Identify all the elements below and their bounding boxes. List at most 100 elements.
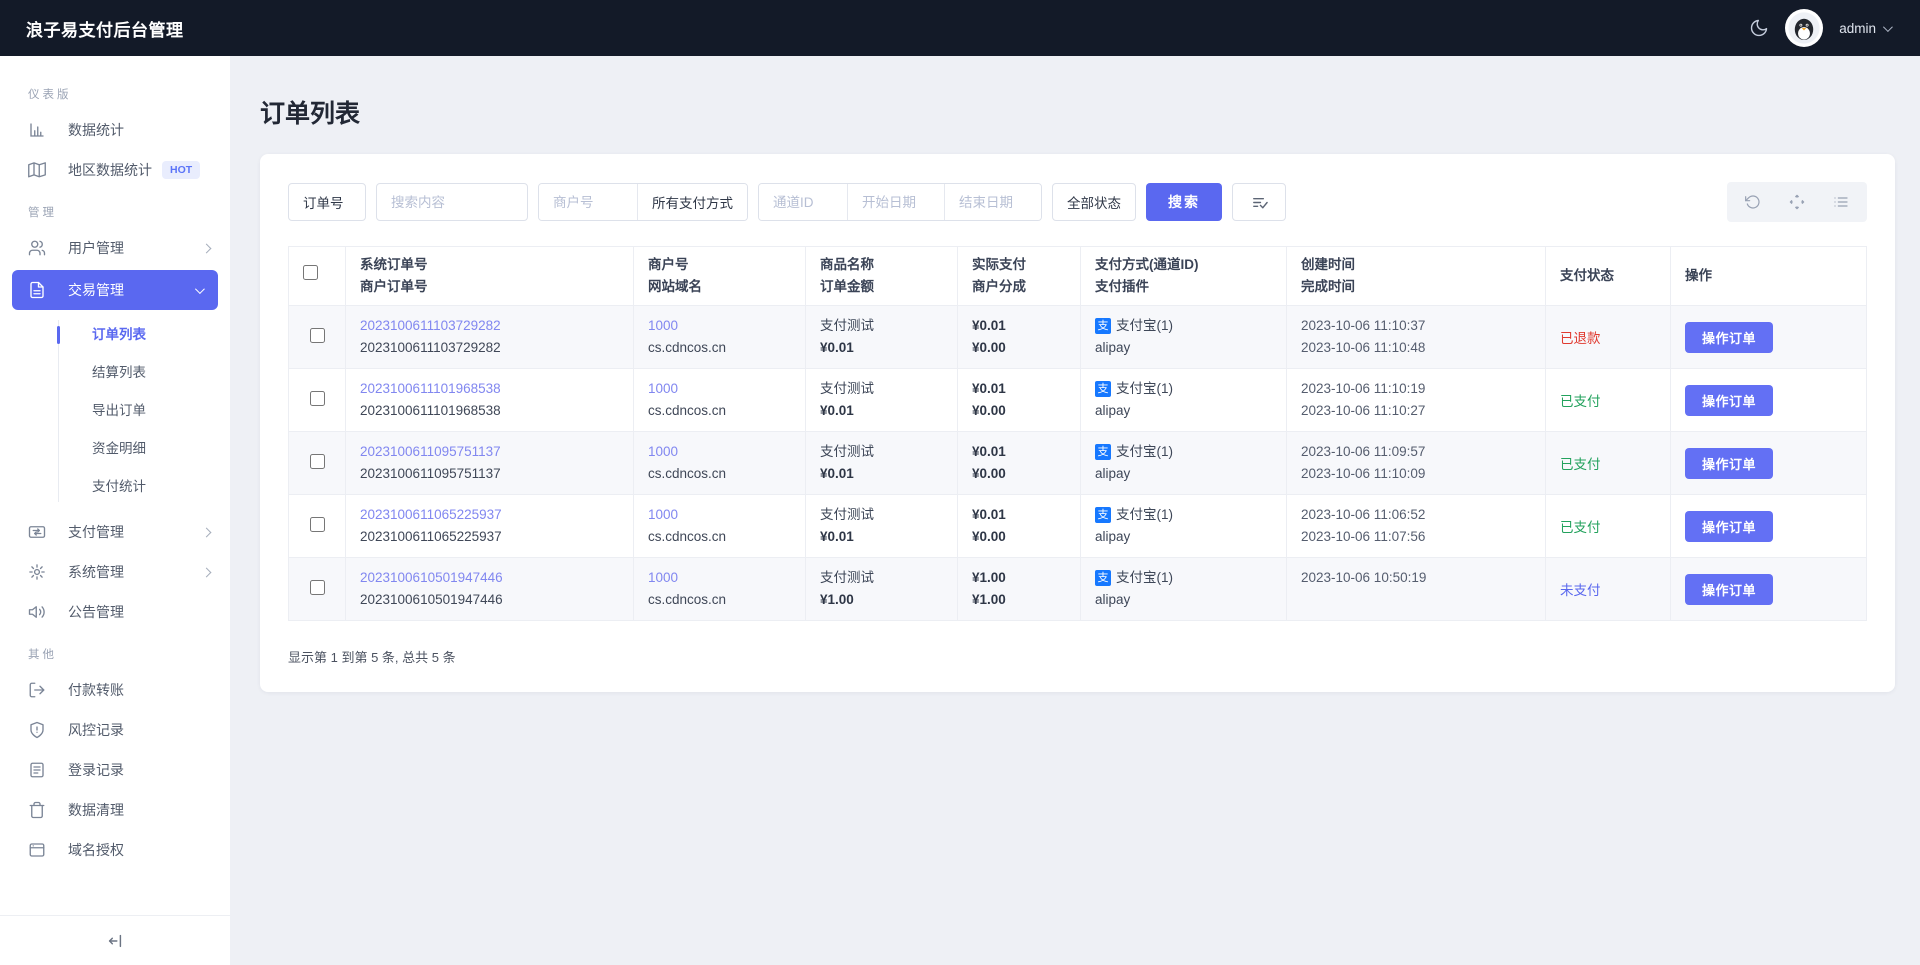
sidebar-item-label: 付款转账 <box>68 682 124 698</box>
search-input[interactable] <box>376 183 528 221</box>
end-date-input[interactable] <box>945 184 1041 220</box>
fullscreen-button[interactable] <box>1775 182 1819 222</box>
file-text-icon <box>28 281 46 299</box>
orders-card: 订单号 所有支付方式 全部状态 搜索 <box>260 154 1895 692</box>
app-title: 浪子易支付后台管理 <box>26 20 184 40</box>
col-paid: 实际支付 商户分成 <box>957 246 1081 306</box>
hot-badge: HOT <box>162 161 201 179</box>
product-name: 支付测试 <box>820 444 874 459</box>
col-time: 创建时间 完成时间 <box>1286 246 1546 306</box>
product-name: 支付测试 <box>820 507 874 522</box>
shield-alert-icon <box>28 721 46 739</box>
pay-method: 支付宝(1) <box>1116 381 1173 396</box>
operate-order-button[interactable]: 操作订单 <box>1685 573 1774 605</box>
sys-order-link[interactable]: 2023100611103729282 <box>360 318 501 333</box>
sidebar-item-label: 支付管理 <box>68 524 124 540</box>
sidebar: 仪表版 数据统计 地区数据统计 HOT 管理 用户管理 交易管理 订单列表 结算… <box>0 56 230 965</box>
merchant-paymethod-group: 所有支付方式 <box>538 183 748 221</box>
operate-order-button[interactable]: 操作订单 <box>1685 447 1774 479</box>
dark-mode-moon-icon[interactable] <box>1749 18 1769 38</box>
pay-plugin: alipay <box>1095 529 1131 544</box>
username: admin <box>1839 20 1876 36</box>
chevron-right-icon <box>201 567 212 577</box>
filter-options-button[interactable] <box>1232 183 1286 221</box>
sidebar-item-trade-management[interactable]: 交易管理 <box>12 270 218 310</box>
status-select[interactable]: 全部状态 <box>1052 183 1136 221</box>
collapse-arrow-icon <box>108 934 122 947</box>
sys-order-link[interactable]: 2023100611101968538 <box>360 381 501 396</box>
merchant-id-input[interactable] <box>539 184 637 220</box>
sidebar-item-system-management[interactable]: 系统管理 <box>0 552 230 592</box>
merchant-id-link[interactable]: 1000 <box>648 507 678 522</box>
operate-order-button[interactable]: 操作订单 <box>1685 384 1774 416</box>
sidebar-item-label: 风控记录 <box>68 722 124 738</box>
share-amount: ¥0.00 <box>972 466 1006 481</box>
sidebar-item-label: 交易管理 <box>68 282 124 298</box>
sidebar-item-region-stats[interactable]: 地区数据统计 HOT <box>0 150 230 190</box>
merchant-id-link[interactable]: 1000 <box>648 381 678 396</box>
sidebar-item-login-records[interactable]: 登录记录 <box>0 750 230 790</box>
sidebar-item-risk-records[interactable]: 风控记录 <box>0 710 230 750</box>
merchant-id-link[interactable]: 1000 <box>648 318 678 333</box>
row-checkbox[interactable] <box>309 328 325 343</box>
submenu-item-export-orders[interactable]: 导出订单 <box>0 392 230 430</box>
sys-order-link[interactable]: 2023100611095751137 <box>360 444 501 459</box>
search-button[interactable]: 搜索 <box>1146 183 1222 221</box>
document-lines-icon <box>28 761 46 779</box>
start-date-input[interactable] <box>848 184 944 220</box>
pay-method: 支付宝(1) <box>1116 570 1173 585</box>
browser-window-icon <box>28 841 46 859</box>
columns-button[interactable] <box>1819 182 1863 222</box>
status-badge: 已支付 <box>1560 520 1601 535</box>
submenu-item-pay-stats[interactable]: 支付统计 <box>0 468 230 506</box>
submenu-item-order-list[interactable]: 订单列表 <box>0 316 230 354</box>
sidebar-collapse-button[interactable] <box>0 915 230 965</box>
channel-id-input[interactable] <box>759 184 847 220</box>
completed-time: 2023-10-06 11:10:48 <box>1301 340 1426 355</box>
submenu-item-fund-detail[interactable]: 资金明细 <box>0 430 230 468</box>
sidebar-item-label: 数据统计 <box>68 122 124 138</box>
trash-icon <box>28 801 46 819</box>
select-all-checkbox[interactable] <box>303 265 318 281</box>
operate-order-button[interactable]: 操作订单 <box>1685 510 1774 542</box>
product-name: 支付测试 <box>820 318 874 333</box>
section-management: 管理 <box>28 207 57 219</box>
sidebar-item-notice-management[interactable]: 公告管理 <box>0 592 230 632</box>
filter-bar: 订单号 所有支付方式 全部状态 搜索 <box>288 182 1867 222</box>
alipay-icon: 支 <box>1095 570 1111 586</box>
row-checkbox[interactable] <box>309 454 325 469</box>
user-menu[interactable]: admin <box>1839 20 1893 36</box>
alipay-icon: 支 <box>1095 381 1111 397</box>
row-checkbox[interactable] <box>309 391 325 406</box>
row-checkbox[interactable] <box>309 517 325 532</box>
orders-table: 系统订单号 商户订单号 商户号 网站域名 商品名称 订单金额 实际支付 商户分成 支付方… <box>288 246 1867 621</box>
merchant-order-no: 2023100611095751137 <box>360 466 501 481</box>
paid-amount: ¥0.01 <box>972 507 1006 522</box>
sidebar-item-data-cleanup[interactable]: 数据清理 <box>0 790 230 830</box>
created-time: 2023-10-06 10:50:19 <box>1301 570 1427 585</box>
operate-order-button[interactable]: 操作订单 <box>1685 321 1774 353</box>
trade-submenu: 订单列表 结算列表 导出订单 资金明细 支付统计 <box>0 312 230 512</box>
sidebar-item-user-management[interactable]: 用户管理 <box>0 228 230 268</box>
merchant-id-link[interactable]: 1000 <box>648 444 678 459</box>
sidebar-item-pay-management[interactable]: 支付管理 <box>0 512 230 552</box>
sys-order-link[interactable]: 2023100611065225937 <box>360 507 502 522</box>
bar-chart-icon <box>28 121 46 139</box>
sidebar-item-domain-auth[interactable]: 域名授权 <box>0 830 230 870</box>
pay-method-select[interactable]: 所有支付方式 <box>638 184 747 220</box>
table-view-tools <box>1727 182 1867 222</box>
sys-order-link[interactable]: 2023100610501947446 <box>360 570 503 585</box>
refresh-button[interactable] <box>1731 182 1775 222</box>
sidebar-item-label: 数据清理 <box>68 802 124 818</box>
sidebar-item-payout-transfer[interactable]: 付款转账 <box>0 670 230 710</box>
section-other: 其他 <box>28 649 57 661</box>
avatar[interactable] <box>1785 9 1824 47</box>
submenu-item-settle-list[interactable]: 结算列表 <box>0 354 230 392</box>
map-icon <box>28 161 46 179</box>
order-field-select[interactable]: 订单号 <box>288 183 366 221</box>
merchant-id-link[interactable]: 1000 <box>648 570 678 585</box>
row-checkbox[interactable] <box>309 580 325 595</box>
sidebar-item-data-stats[interactable]: 数据统计 <box>0 110 230 150</box>
topbar-right: admin <box>1749 9 1893 47</box>
order-amount: ¥1.00 <box>820 592 854 607</box>
